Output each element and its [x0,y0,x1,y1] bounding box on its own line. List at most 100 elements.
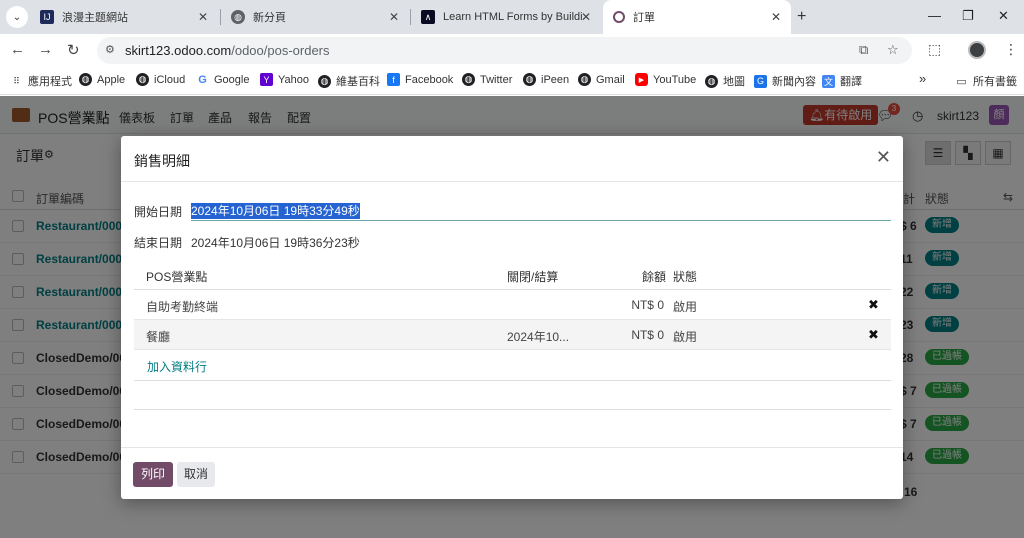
bookmark-label: 應用程式 [28,76,72,88]
bookmark-label: Apple [97,73,126,86]
cell-balance: NT$ 0 [631,298,664,312]
sales-details-dialog: 銷售明細 ✕ 開始日期 2024年10月06日 19時33分49秒 結束日期 2… [121,136,903,499]
bookmark-apps[interactable]: ⠿ 應用程式 [10,73,72,89]
bookmarks-bar: ⠿ 應用程式 ◍ Apple ◍ iCloud G Google Y Yahoo ◍ 維基百… [0,66,1024,95]
url-text[interactable]: skirt123.odoo.com/odoo/pos-orders [125,43,330,58]
forward-arrow-icon[interactable]: → [38,41,53,58]
tab-title: 浪漫主题網站 [62,12,128,24]
tab-title: 新分頁 [253,12,286,24]
print-button[interactable]: 列印 [133,462,173,487]
restore-icon[interactable]: ❐ [962,8,974,24]
bookmark-maps[interactable]: ◍ 地圖 [705,73,745,89]
bookmark-news[interactable]: G 新聞內容 [754,73,816,89]
bookmark-label: YouTube [653,73,697,86]
address-bar[interactable]: ⚙ skirt123.odoo.com/odoo/pos-orders ⧉ ☆ [97,37,912,64]
minimize-icon[interactable]: — [928,8,941,23]
bookmark-facebook[interactable]: f Facebook [387,73,453,86]
browser-tab-active[interactable]: 訂單 ✕ [603,0,791,34]
start-date-value: 2024年10月06日 19時33分49秒 [191,203,360,219]
th-pos: POS營業點 [146,270,208,284]
odoo-favicon-icon [613,11,625,23]
th-closing: 關閉/結算 [507,270,559,284]
empty-row [134,380,891,410]
browser-tab-2[interactable]: ◍ 新分頁 ✕ [221,0,409,34]
add-line-link[interactable]: 加入資料行 [147,358,207,375]
bookmark-label: Yahoo [278,73,309,86]
close-tab-icon[interactable]: ✕ [389,10,399,24]
globe-icon: ◍ [79,73,92,86]
dialog-footer: 列印 取消 [121,447,903,499]
back-arrow-icon[interactable]: ← [10,41,25,58]
tab-search-button[interactable]: ⌄ [6,6,28,28]
table-row[interactable]: 自助考勤終端 NT$ 0 啟用 ✖ [134,290,891,320]
start-date-label: 開始日期 [134,205,183,219]
freecodecamp-favicon-icon: ∧ [421,10,435,24]
profile-avatar[interactable] [968,41,986,59]
url-path: /odoo/pos-orders [231,43,330,58]
bookmark-translate[interactable]: 文翻譯 [822,73,862,89]
browser-menu-icon[interactable]: ⋮ [1004,41,1018,58]
th-balance: 餘額 [642,270,667,284]
extensions-icon[interactable]: ⬚ [928,41,941,58]
facebook-icon: f [387,73,400,86]
browser-tab-1[interactable]: IJ 浪漫主题網站 ✕ [30,0,218,34]
youtube-icon: ▶ [635,73,648,86]
table-header: POS營業點 關閉/結算 餘額 狀態 [134,260,891,290]
globe-icon: ◍ [136,73,149,86]
news-icon: G [754,74,767,88]
bookmark-star-icon[interactable]: ☆ [887,42,899,58]
bookmark-label: 新聞內容 [772,76,816,88]
start-date-field[interactable]: 2024年10月06日 19時33分49秒 [191,202,891,221]
delete-row-icon[interactable]: ✖ [868,297,879,313]
globe-icon: ◍ [318,74,331,88]
bookmark-yahoo[interactable]: Y Yahoo [260,73,309,86]
install-app-icon[interactable]: ⧉ [859,42,868,58]
th-status: 狀態 [673,270,698,284]
bookmark-ipeen[interactable]: ◍ iPeen [523,73,569,86]
bookmark-label: Google [214,73,250,86]
dialog-title: 銷售明細 [134,153,190,169]
close-tab-icon[interactable]: ✕ [198,10,208,24]
bookmark-apple[interactable]: ◍ Apple [79,73,125,86]
bookmark-label: iCloud [154,73,186,86]
cell-closing: 2024年10... [507,330,570,344]
close-tab-icon[interactable]: ✕ [581,10,591,24]
cell-status: 啟用 [673,300,698,314]
globe-favicon-icon: ◍ [231,10,245,24]
globe-icon: ◍ [705,74,718,88]
bookmark-label: 維基百科 [336,76,380,88]
close-window-icon[interactable]: ✕ [998,8,1009,24]
globe-icon: ◍ [523,73,536,86]
cell-balance: NT$ 0 [631,328,664,342]
reload-icon[interactable]: ↻ [67,41,80,59]
yahoo-icon: Y [260,73,273,86]
site-info-icon[interactable]: ⚙ [105,43,115,56]
bookmark-label: Twitter [480,73,513,86]
table-row[interactable]: 餐廳 2024年10... NT$ 0 啟用 ✖ [134,320,891,350]
delete-row-icon[interactable]: ✖ [868,327,879,343]
url-host: skirt123.odoo.com [125,43,232,58]
bookmark-youtube[interactable]: ▶ YouTube [635,73,696,86]
add-line-row: 加入資料行 [134,350,891,380]
tab-title: Learn HTML Forms by Buildin [443,11,583,23]
new-tab-icon[interactable]: + [797,8,806,26]
bookmark-google[interactable]: G Google [196,73,249,86]
bookmark-twitter[interactable]: ◍ Twitter [462,73,512,86]
translate-icon: 文 [822,74,835,88]
browser-tab-3[interactable]: ∧ Learn HTML Forms by Buildin ✕ [411,0,601,34]
close-icon[interactable]: ✕ [876,148,891,166]
cell-pos: 餐廳 [146,330,171,344]
bookmark-wikipedia[interactable]: ◍ 維基百科 [318,73,380,89]
bookmark-label: 所有書籤 [973,76,1017,88]
bookmark-label: 翻譯 [840,76,862,88]
end-date-field[interactable]: 2024年10月06日 19時36分23秒 [191,234,360,251]
bookmark-icloud[interactable]: ◍ iCloud [136,73,185,86]
bookmark-label: Gmail [596,73,625,86]
cancel-button[interactable]: 取消 [177,462,215,487]
apps-grid-icon: ⠿ [13,75,20,86]
bookmarks-more-button[interactable]: » [919,71,926,86]
browser-tabstrip: ⌄ IJ 浪漫主题網站 ✕ ◍ 新分頁 ✕ ∧ Learn HTML Forms… [0,0,1024,34]
close-tab-icon[interactable]: ✕ [771,10,781,24]
all-bookmarks-folder[interactable]: ▭ 所有書籤 [955,73,1017,89]
bookmark-gmail[interactable]: ◍ Gmail [578,73,625,86]
